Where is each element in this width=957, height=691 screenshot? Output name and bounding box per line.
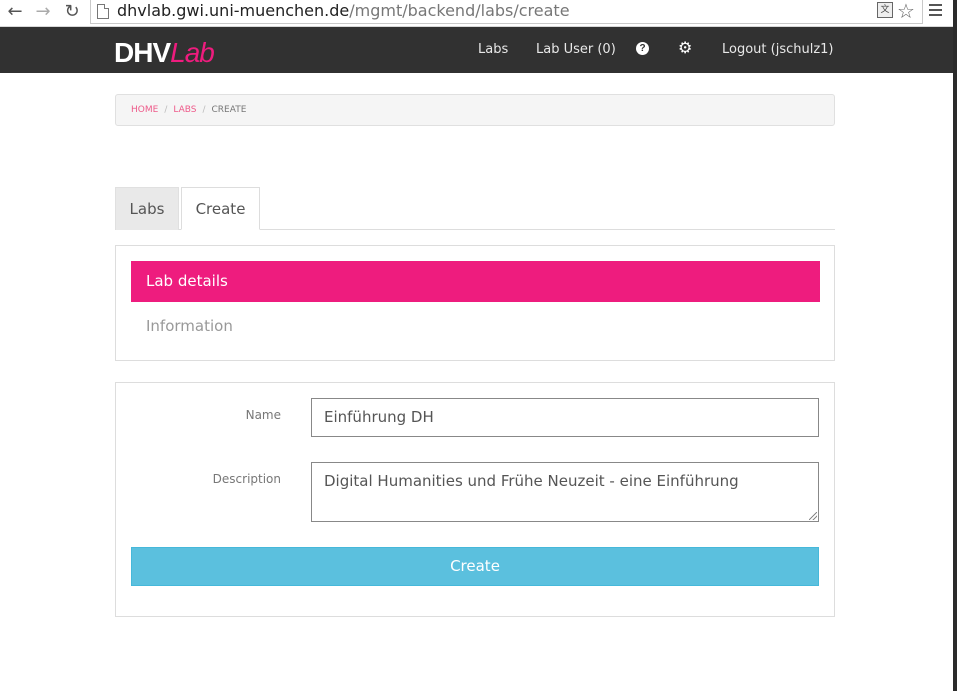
name-input[interactable]: Einführung DH <box>311 398 819 437</box>
top-navbar: DHVLab Labs Lab User (0) ? ⚙ Logout (jsc… <box>0 27 953 73</box>
brand-logo[interactable]: DHVLab <box>114 37 215 68</box>
create-lab-form: Name Einführung DH Description Digital H… <box>115 382 835 617</box>
menu-icon[interactable] <box>929 4 942 16</box>
lab-details-panel: Lab details Information <box>115 245 835 361</box>
address-bar[interactable]: dhvlab.gwi.uni-muenchen.de/mgmt/backend/… <box>90 0 923 24</box>
brand-main: DHV <box>114 37 171 68</box>
translate-icon[interactable]: 文 <box>877 2 893 18</box>
description-text: Digital Humanities und Frühe Neuzeit - e… <box>324 472 739 490</box>
url-path: /mgmt/backend/labs/create <box>349 1 570 20</box>
lab-details-item[interactable]: Lab details <box>131 261 820 302</box>
breadcrumb-current: CREATE <box>211 105 247 115</box>
tab-bar: Labs Create <box>115 187 835 230</box>
forward-arrow-icon[interactable]: → <box>32 1 54 23</box>
tab-create[interactable]: Create <box>181 187 260 230</box>
brand-accent: Lab <box>170 37 215 68</box>
breadcrumb-home[interactable]: HOME <box>131 105 158 115</box>
description-textarea[interactable]: Digital Humanities und Frühe Neuzeit - e… <box>311 462 819 522</box>
name-label: Name <box>245 408 281 422</box>
browser-window: ← → ↻ dhvlab.gwi.uni-muenchen.de/mgmt/ba… <box>0 0 957 691</box>
nav-lab-user-link[interactable]: Lab User (0) <box>536 42 616 57</box>
bookmark-star-icon[interactable]: ☆ <box>897 0 915 23</box>
resize-handle[interactable] <box>809 512 817 520</box>
breadcrumb-labs[interactable]: LABS <box>173 105 196 115</box>
breadcrumb: HOME / LABS / CREATE <box>115 94 835 126</box>
browser-toolbar: ← → ↻ dhvlab.gwi.uni-muenchen.de/mgmt/ba… <box>0 0 953 27</box>
page-icon <box>97 4 109 19</box>
back-arrow-icon[interactable]: ← <box>4 1 26 23</box>
tab-labs[interactable]: Labs <box>115 187 179 230</box>
create-button[interactable]: Create <box>131 547 819 586</box>
help-icon[interactable]: ? <box>636 42 649 55</box>
logout-link[interactable]: Logout (jschulz1) <box>722 42 834 57</box>
url-host: dhvlab.gwi.uni-muenchen.de <box>117 1 350 20</box>
nav-labs-link[interactable]: Labs <box>478 42 508 57</box>
reload-icon[interactable]: ↻ <box>61 1 83 23</box>
breadcrumb-separator: / <box>164 105 168 115</box>
url-text: dhvlab.gwi.uni-muenchen.de/mgmt/backend/… <box>117 1 570 21</box>
gear-icon[interactable]: ⚙ <box>678 38 692 57</box>
breadcrumb-separator: / <box>202 105 206 115</box>
information-item[interactable]: Information <box>146 317 233 335</box>
description-label: Description <box>212 472 281 486</box>
